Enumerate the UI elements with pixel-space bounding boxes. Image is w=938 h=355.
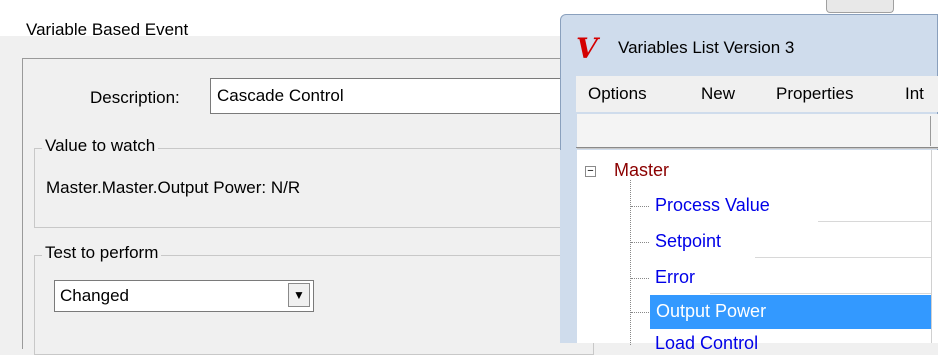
header-column-separator[interactable]	[930, 116, 931, 146]
test-select-value: Changed	[60, 286, 130, 305]
tree-connector-line	[630, 180, 631, 345]
tree-item-setpoint[interactable]: Setpoint	[655, 231, 721, 252]
collapse-icon[interactable]: −	[585, 166, 596, 177]
menu-properties[interactable]: Properties	[776, 84, 853, 104]
menu-int[interactable]: Int	[905, 84, 924, 104]
tree-branch-line	[631, 242, 649, 243]
header-divider	[576, 147, 938, 148]
list-header[interactable]	[577, 114, 938, 149]
watched-value-text: Master.Master.Output Power: N/R	[46, 178, 301, 197]
row-separator	[818, 221, 932, 222]
tree-left-margin	[560, 150, 577, 343]
tree-item-output-power[interactable]: Output Power	[656, 301, 766, 322]
test-to-perform-label: Test to perform	[42, 243, 162, 263]
description-input[interactable]: Cascade Control	[210, 78, 570, 114]
list-column-line	[931, 150, 932, 343]
window-title: Variables List Version 3	[618, 38, 795, 57]
tree-item-load-control[interactable]: Load Control	[655, 333, 758, 354]
description-label: Description:	[90, 88, 180, 107]
row-separator	[710, 293, 932, 294]
dialog-title: Variable Based Event	[26, 20, 189, 39]
tree-branch-line	[631, 312, 649, 313]
value-to-watch-label: Value to watch	[42, 136, 159, 156]
close-button[interactable]	[826, 0, 894, 13]
menu-options[interactable]: Options	[588, 84, 647, 104]
tree-branch-line	[631, 206, 649, 207]
tree-branch-line	[631, 278, 649, 279]
tree-item-error[interactable]: Error	[655, 267, 695, 288]
tree-node-master[interactable]: Master	[614, 160, 669, 181]
menu-new[interactable]: New	[701, 84, 735, 104]
chevron-down-icon[interactable]: ▼	[288, 283, 310, 307]
tree-item-process-value[interactable]: Process Value	[655, 195, 770, 216]
row-separator	[755, 257, 932, 258]
app-logo-icon: V	[576, 32, 598, 65]
